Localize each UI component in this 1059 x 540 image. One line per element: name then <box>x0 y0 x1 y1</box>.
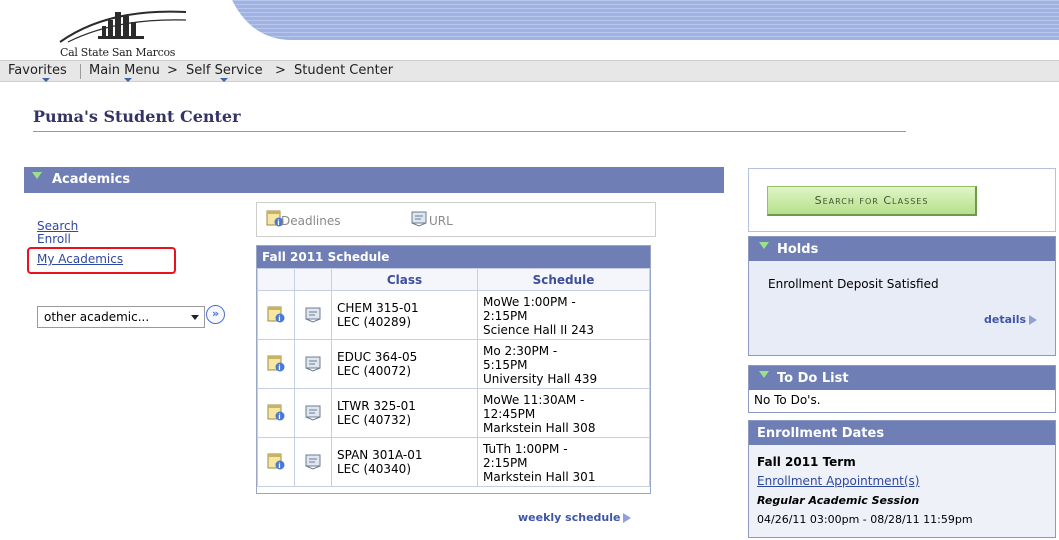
academics-section-header[interactable]: Academics <box>24 167 724 193</box>
arrow-right-icon <box>623 513 632 523</box>
url-cell[interactable] <box>294 339 332 389</box>
other-academic-select[interactable]: other academic... <box>37 306 205 328</box>
holds-body: Enrollment Deposit Satisfied details <box>749 261 1055 355</box>
todo-heading: To Do List <box>777 371 849 386</box>
weekly-schedule-label: weekly schedule <box>518 511 621 524</box>
url-book-icon[interactable] <box>304 354 322 372</box>
session-label: Regular Academic Session <box>757 494 920 507</box>
main-menu-dropdown-icon[interactable] <box>124 78 132 82</box>
class-cell: EDUC 364-05 LEC (40072) <box>331 339 478 389</box>
table-row: i CHEM 315-01 LEC (40289) MoWe 1:00PM - … <box>257 290 650 340</box>
url-book-icon[interactable] <box>304 403 322 421</box>
chevron-down-icon <box>191 315 199 320</box>
enrollment-date-range: 04/26/11 03:00pm - 08/28/11 11:59pm <box>757 513 973 526</box>
url-cell[interactable] <box>294 388 332 438</box>
url-cell[interactable] <box>294 437 332 487</box>
schedule-title: Fall 2011 Schedule <box>257 246 650 268</box>
calendar-cell[interactable]: i <box>257 290 295 340</box>
calendar-info-icon[interactable]: i <box>267 403 285 421</box>
term-label: Fall 2011 Term <box>757 455 856 469</box>
collapse-triangle-icon[interactable] <box>759 242 769 249</box>
schedule-column-header: Schedule <box>477 268 650 291</box>
details-label: details <box>984 313 1027 326</box>
university-logo[interactable]: Cal State San Marcos <box>38 2 188 60</box>
nav-favorites[interactable]: Favorites <box>8 63 67 78</box>
academics-heading: Academics <box>52 172 131 187</box>
svg-text:i: i <box>277 219 279 227</box>
schedule-table: Class Schedule i CHEM 315-01 LEC (40289)… <box>257 268 650 487</box>
holds-panel: Holds Enrollment Deposit Satisfied detai… <box>748 236 1056 356</box>
url-book-icon[interactable] <box>304 452 322 470</box>
search-for-classes-button[interactable]: Search for Classes <box>767 186 977 216</box>
logo-text: Cal State San Marcos <box>60 46 176 59</box>
weekly-schedule-link[interactable]: weekly schedule <box>518 511 632 524</box>
calendar-cell[interactable]: i <box>257 339 295 389</box>
favorites-dropdown-icon[interactable] <box>42 78 50 82</box>
calendar-info-icon[interactable]: i <box>267 452 285 470</box>
nav-main-menu[interactable]: Main Menu <box>89 63 160 78</box>
table-row: i EDUC 364-05 LEC (40072) Mo 2:30PM - 5:… <box>257 339 650 389</box>
holds-details-link[interactable]: details <box>984 313 1038 326</box>
svg-text:i: i <box>278 462 280 470</box>
class-schedule-panel: Fall 2011 Schedule Class Schedule i CHEM… <box>256 245 651 494</box>
self-service-dropdown-icon[interactable] <box>220 78 228 82</box>
collapse-triangle-icon[interactable] <box>32 172 42 179</box>
breadcrumb-separator: > <box>167 63 178 78</box>
calendar-info-icon[interactable]: i <box>267 354 285 372</box>
title-divider <box>33 131 906 132</box>
url-book-icon[interactable] <box>304 305 322 323</box>
logo-graphic <box>59 10 186 43</box>
holds-header[interactable]: Holds <box>749 237 1055 261</box>
class-cell: CHEM 315-01 LEC (40289) <box>331 290 478 340</box>
svg-text:i: i <box>278 413 280 421</box>
table-row: i SPAN 301A-01 LEC (40340) TuTh 1:00PM -… <box>257 437 650 487</box>
calendar-cell[interactable]: i <box>257 388 295 438</box>
enrollment-dates-header: Enrollment Dates <box>749 421 1055 445</box>
nav-divider <box>80 64 81 79</box>
schedule-toolbar: i Deadlines URL <box>256 202 656 237</box>
class-cell: SPAN 301A-01 LEC (40340) <box>331 437 478 487</box>
enrollment-dates-panel: Enrollment Dates Fall 2011 Term Enrollme… <box>748 420 1056 538</box>
url-cell[interactable] <box>294 290 332 340</box>
select-value: other academic... <box>44 310 150 324</box>
blank-header <box>257 268 295 291</box>
todo-header[interactable]: To Do List <box>749 366 1055 390</box>
collapse-triangle-icon[interactable] <box>759 371 769 378</box>
navigation-bar: Favorites Main Menu > Self Service > Stu… <box>0 60 1059 82</box>
holds-heading: Holds <box>777 242 819 257</box>
breadcrumb-separator: > <box>275 63 286 78</box>
todo-panel: To Do List No To Do's. <box>748 365 1056 413</box>
svg-text:i: i <box>278 364 280 372</box>
table-row: i LTWR 325-01 LEC (40732) MoWe 11:30AM -… <box>257 388 650 438</box>
blank-header <box>294 268 332 291</box>
go-button[interactable]: » <box>206 305 225 324</box>
schedule-cell: MoWe 1:00PM - 2:15PM Science Hall II 243 <box>477 290 650 340</box>
calendar-info-icon[interactable]: i <box>267 305 285 323</box>
enrollment-appointment-link[interactable]: Enrollment Appointment(s) <box>757 472 1055 491</box>
todo-text: No To Do's. <box>754 393 821 407</box>
url-link[interactable]: URL <box>429 214 453 228</box>
search-link[interactable]: Search <box>37 219 78 233</box>
calendar-cell[interactable]: i <box>257 437 295 487</box>
nav-self-service[interactable]: Self Service <box>186 63 263 78</box>
class-cell: LTWR 325-01 LEC (40732) <box>331 388 478 438</box>
arrow-right-icon <box>1029 315 1038 325</box>
schedule-cell: TuTh 1:00PM - 2:15PM Markstein Hall 301 <box>477 437 650 487</box>
highlight-annotation-box <box>27 247 176 274</box>
deadlines-link[interactable]: Deadlines <box>281 214 341 228</box>
table-header-row: Class Schedule <box>257 268 650 291</box>
schedule-cell: Mo 2:30PM - 5:15PM University Hall 439 <box>477 339 650 389</box>
url-book-icon[interactable] <box>410 209 428 230</box>
search-classes-panel: Search for Classes <box>748 168 1056 232</box>
schedule-cell: MoWe 11:30AM - 12:45PM Markstein Hall 30… <box>477 388 650 438</box>
header-banner <box>232 0 1059 40</box>
enroll-link[interactable]: Enroll <box>37 233 71 244</box>
page-title: Puma's Student Center <box>33 107 241 126</box>
svg-text:i: i <box>278 315 280 323</box>
nav-student-center: Student Center <box>294 63 394 78</box>
class-column-header: Class <box>331 268 478 291</box>
hold-item: Enrollment Deposit Satisfied <box>768 277 939 291</box>
enrollment-body: Fall 2011 Term Enrollment Appointment(s)… <box>749 445 1055 529</box>
